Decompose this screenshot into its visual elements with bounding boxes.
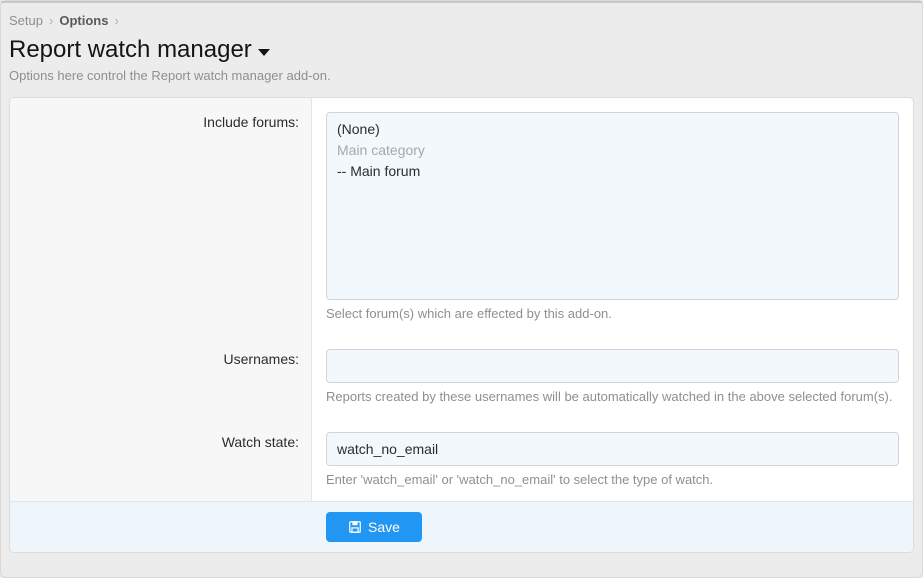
- forum-option: Main category: [327, 140, 898, 161]
- usernames-label: Usernames:: [10, 335, 312, 418]
- forum-option[interactable]: (None): [327, 119, 898, 140]
- include-forums-listbox[interactable]: (None)Main category-- Main forum: [326, 112, 899, 300]
- options-panel: Include forums: (None)Main category-- Ma…: [9, 97, 914, 553]
- watch-state-label: Watch state:: [10, 418, 312, 501]
- breadcrumb-item-options[interactable]: Options: [59, 13, 108, 28]
- caret-down-icon: [258, 49, 270, 56]
- include-forums-label: Include forums:: [10, 98, 312, 335]
- breadcrumb-item-setup[interactable]: Setup: [9, 13, 43, 28]
- usernames-help: Reports created by these usernames will …: [326, 389, 899, 404]
- include-forums-help: Select forum(s) which are effected by th…: [326, 306, 899, 321]
- footer-bar: Save: [10, 501, 913, 552]
- watch-state-help: Enter 'watch_email' or 'watch_no_email' …: [326, 472, 899, 487]
- usernames-input[interactable]: [326, 349, 899, 383]
- page-title-dropdown[interactable]: Report watch manager: [9, 36, 914, 64]
- save-button-label: Save: [368, 519, 400, 535]
- page-title: Report watch manager: [9, 36, 252, 64]
- breadcrumb: Setup › Options ›: [9, 13, 914, 28]
- watch-state-input[interactable]: [326, 432, 899, 466]
- page-description: Options here control the Report watch ma…: [9, 68, 914, 83]
- save-icon: [348, 520, 362, 534]
- forum-option[interactable]: -- Main forum: [327, 161, 898, 182]
- chevron-right-icon: ›: [114, 13, 118, 28]
- save-button[interactable]: Save: [326, 512, 422, 542]
- chevron-right-icon: ›: [49, 13, 53, 28]
